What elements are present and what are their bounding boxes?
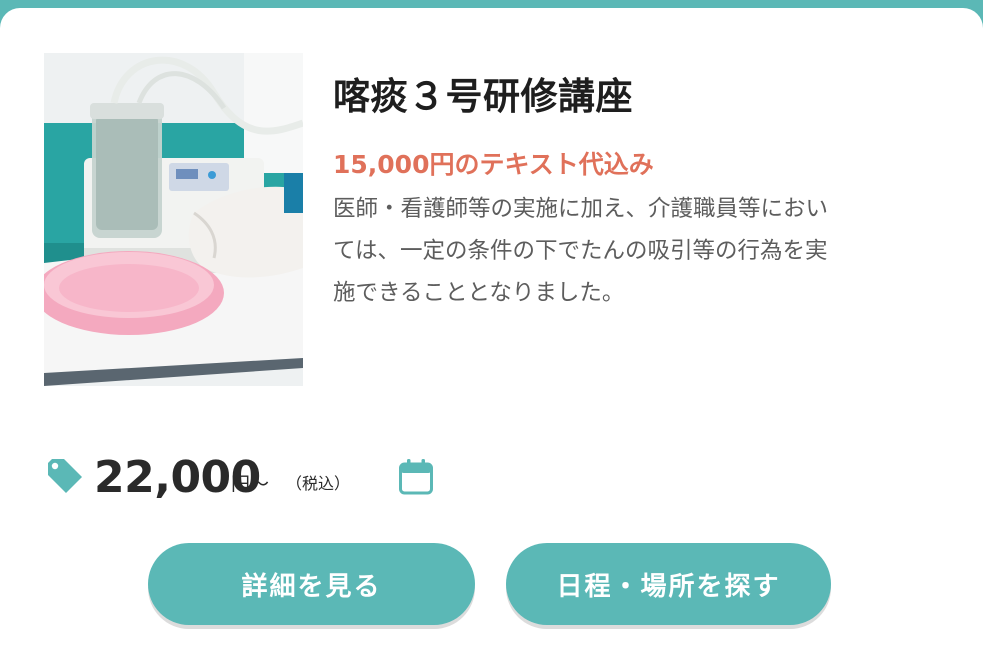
price-suffix: 円～ <box>231 473 270 495</box>
course-card: 喀痰３号研修講座 15,000円のテキスト代込み 医師・看護師等の実施に加え、介… <box>0 8 983 655</box>
price-row: 22,000 円～ （税込） <box>44 448 644 508</box>
course-description: 医師・看護師等の実施に加え、介護職員等におい ては、一定の条件の下でたんの吸引等… <box>333 188 933 314</box>
course-description-line: 医師・看護師等の実施に加え、介護職員等におい <box>333 196 829 222</box>
view-details-button[interactable]: 詳細を見る <box>148 543 475 625</box>
find-schedule-location-button[interactable]: 日程・場所を探す <box>506 543 831 625</box>
suction-device-photo <box>44 53 303 386</box>
price-tag-icon <box>48 459 82 493</box>
course-image <box>44 53 303 386</box>
course-description-line: 施できることとなりました。 <box>333 280 625 306</box>
price-tax-note: （税込） <box>286 474 351 493</box>
course-title: 喀痰３号研修講座 <box>333 75 633 118</box>
calendar-icon[interactable] <box>398 458 434 496</box>
course-subtitle: 15,000円のテキスト代込み <box>333 150 654 179</box>
course-description-line: ては、一定の条件の下でたんの吸引等の行為を実 <box>333 238 828 264</box>
